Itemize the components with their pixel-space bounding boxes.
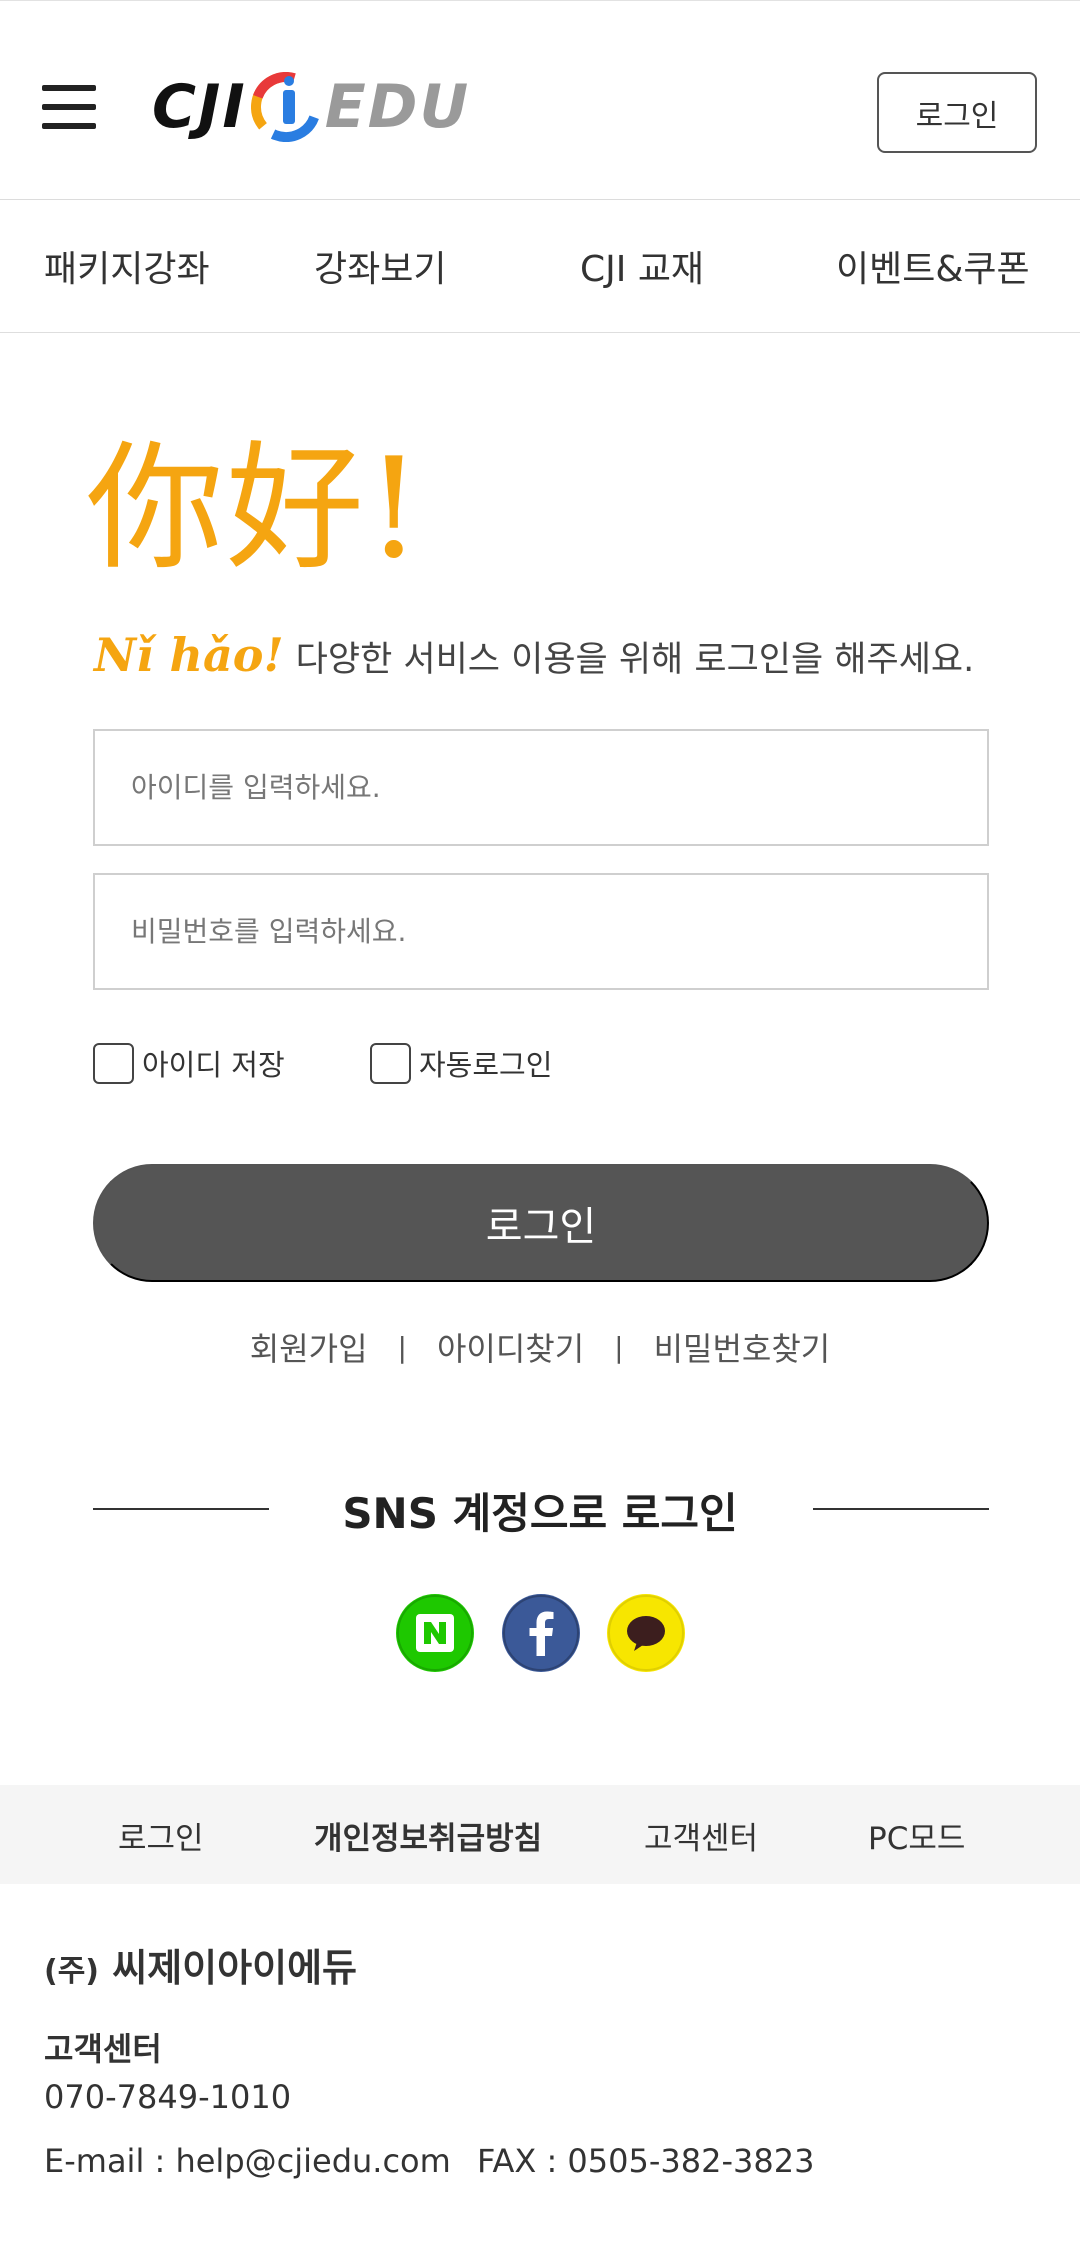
footer-login-link[interactable]: 로그인 xyxy=(118,1813,204,1858)
customer-email: E-mail : help@cjiedu.com xyxy=(44,2142,451,2180)
find-id-link[interactable]: 아이디찾기 xyxy=(437,1324,584,1370)
customer-phone: 070-7849-1010 xyxy=(44,2078,292,2116)
auto-login-checkbox-box[interactable] xyxy=(370,1042,411,1084)
nav-item-events[interactable]: 이벤트&쿠폰 xyxy=(836,240,1030,292)
save-id-checkbox[interactable]: 아이디 저장 xyxy=(93,1042,285,1084)
nav-item-textbooks[interactable]: CJI 교재 xyxy=(580,240,704,292)
nihao-heading: 你好! xyxy=(86,428,424,589)
logo[interactable]: CJI EDU xyxy=(152,67,502,147)
company-name: (주) 씨제이아이에듀 xyxy=(44,1937,357,1992)
menu-icon[interactable] xyxy=(42,85,98,129)
sns-title: SNS 계정으로 로그인 xyxy=(342,1489,738,1538)
customer-center-label: 고객센터 xyxy=(44,2030,162,2068)
nav-item-package[interactable]: 패키지강좌 xyxy=(44,240,210,292)
facebook-icon[interactable] xyxy=(502,1594,580,1672)
company-title: 씨제이아이에듀 xyxy=(112,1946,357,1990)
naver-icon[interactable] xyxy=(396,1594,474,1672)
greeting-line: Nǐ hǎo! 다양한 서비스 이용을 위해 로그인을 해주세요. xyxy=(94,628,974,682)
separator: | xyxy=(614,1330,624,1364)
header-login-button[interactable]: 로그인 xyxy=(877,72,1037,153)
company-prefix: (주) xyxy=(44,1954,100,1989)
auto-login-label: 자동로그인 xyxy=(419,1048,553,1082)
header: CJI EDU 로그인 xyxy=(0,0,1080,200)
id-input[interactable] xyxy=(93,729,989,846)
save-id-checkbox-box[interactable] xyxy=(93,1042,134,1084)
logo-text-cji: CJI xyxy=(152,72,247,142)
footer-nav: 로그인 개인정보취급방침 고객센터 PC모드 xyxy=(0,1785,1080,1884)
account-links: 회원가입 | 아이디찾기 | 비밀번호찾기 xyxy=(0,1324,1080,1370)
password-input[interactable] xyxy=(93,873,989,990)
separator: | xyxy=(397,1330,407,1364)
login-message: 다양한 서비스 이용을 위해 로그인을 해주세요. xyxy=(295,640,975,680)
save-id-label: 아이디 저장 xyxy=(142,1048,285,1082)
footer-support-link[interactable]: 고객센터 xyxy=(644,1813,758,1858)
divider xyxy=(813,1508,989,1510)
customer-fax: FAX : 0505-382-3823 xyxy=(477,2142,815,2180)
login-button[interactable]: 로그인 xyxy=(93,1164,989,1282)
logo-text-edu: EDU xyxy=(324,72,471,142)
logo-mark-icon xyxy=(250,72,321,142)
signup-link[interactable]: 회원가입 xyxy=(250,1324,368,1370)
auto-login-checkbox[interactable]: 자동로그인 xyxy=(370,1042,552,1084)
nihao-pinyin: Nǐ hǎo! xyxy=(94,628,284,682)
nav-item-courses[interactable]: 강좌보기 xyxy=(314,240,446,292)
find-password-link[interactable]: 비밀번호찾기 xyxy=(654,1324,831,1370)
kakao-icon[interactable] xyxy=(607,1594,685,1672)
main-nav: 패키지강좌 강좌보기 CJI 교재 이벤트&쿠폰 xyxy=(0,200,1080,333)
footer-privacy-link[interactable]: 개인정보취급방침 xyxy=(314,1813,542,1858)
footer-pc-mode-link[interactable]: PC모드 xyxy=(868,1813,965,1858)
